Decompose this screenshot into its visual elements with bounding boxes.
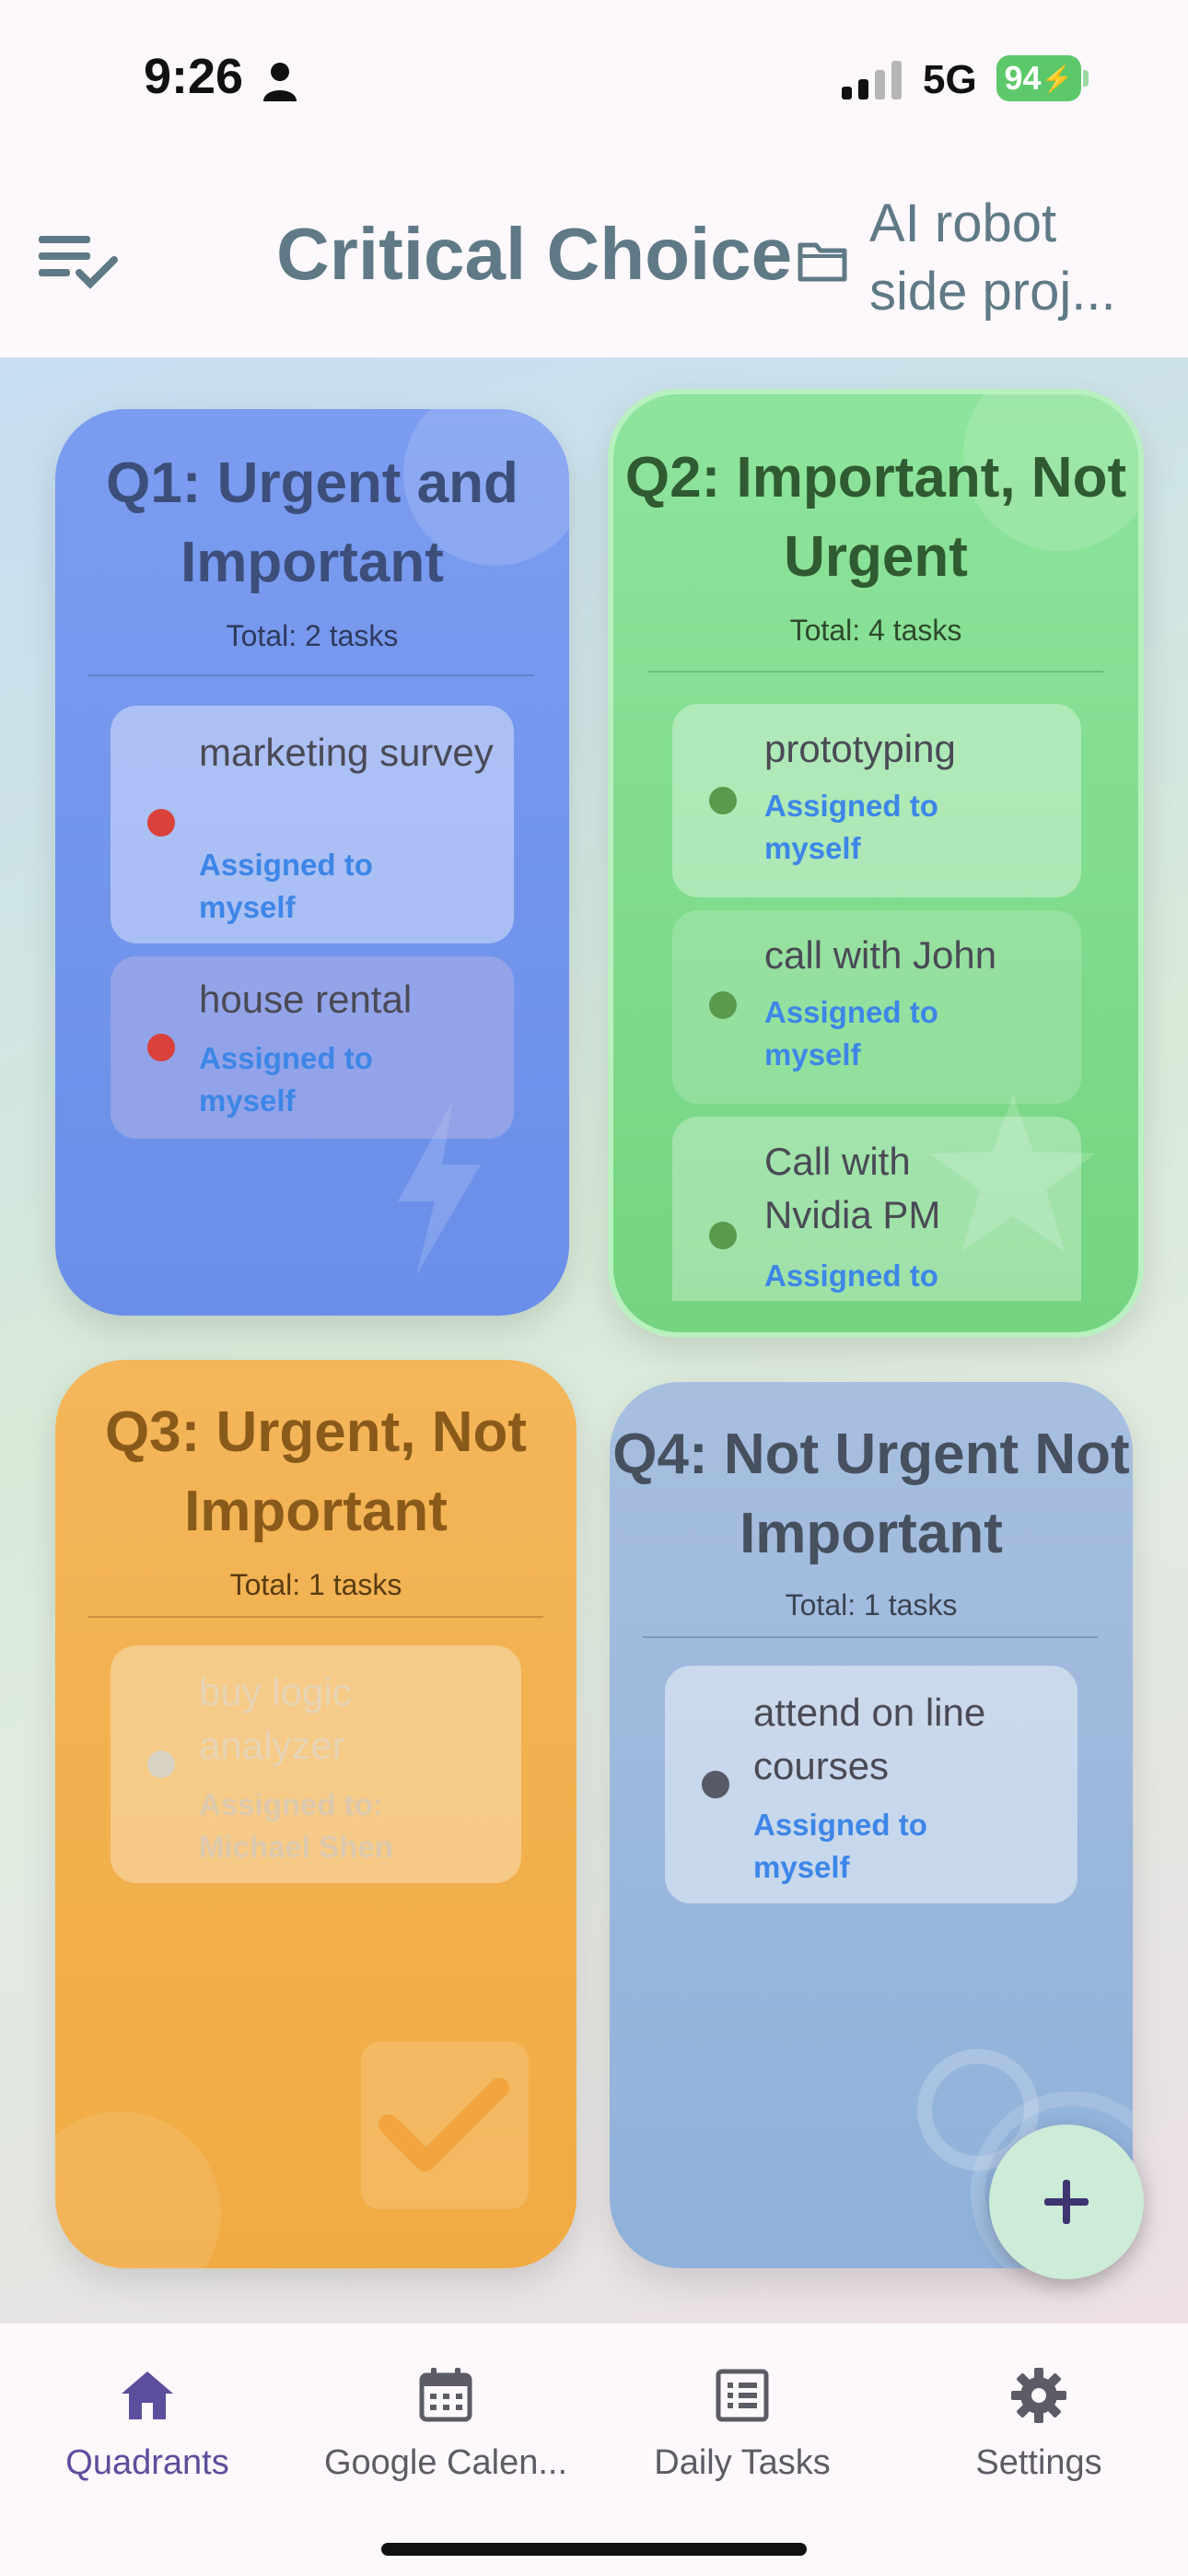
quadrant-total: Total: 4 tasks xyxy=(789,614,962,647)
home-icon xyxy=(122,2371,173,2419)
checkbox-icon xyxy=(361,2042,529,2209)
quadrant-title: Q1: Urgent and Important xyxy=(106,451,518,594)
task-card[interactable]: buy logic analyzer Assigned to: Michael … xyxy=(111,1645,521,1883)
task-name: marketing survey xyxy=(199,731,494,774)
quadrant-title: Q2: Important, Not Urgent xyxy=(624,446,1127,589)
task-name: call with John xyxy=(764,933,997,977)
quadrant-q3-card[interactable]: Q3: Urgent, Not Important Total: 1 tasks… xyxy=(55,1360,577,2268)
status-bar: 9:26 5G 94 ⚡ xyxy=(0,0,1188,157)
task-name: buy logic analyzer xyxy=(199,1670,352,1767)
quadrant-title: Q3: Urgent, Not Important xyxy=(104,1400,528,1543)
quadrant-title: Q4: Not Urgent Not Important xyxy=(612,1423,1130,1565)
priority-dot xyxy=(709,1222,737,1249)
task-assignee: Assigned to myself xyxy=(753,1808,927,1884)
task-card[interactable]: marketing survey Assigned to myself xyxy=(111,706,514,943)
add-task-button[interactable] xyxy=(989,2125,1144,2279)
priority-dot xyxy=(702,1771,729,1798)
quadrant-total: Total: 1 tasks xyxy=(229,1568,402,1601)
quadrant-total: Total: 2 tasks xyxy=(226,619,399,652)
task-assignee: Assigned to myself xyxy=(199,848,373,924)
nav-label: Quadrants xyxy=(65,2443,229,2482)
app-title: Critical Choice xyxy=(276,213,793,295)
app-bar: Critical Choice AI robot side proj... xyxy=(0,157,1188,357)
task-name: Call with Nvidia PM xyxy=(764,1140,941,1236)
divider xyxy=(643,1636,1098,1638)
battery-level: 94 xyxy=(1004,59,1042,97)
divider xyxy=(88,674,534,676)
task-assignee: Assigned to myself xyxy=(764,995,938,1071)
battery-tip xyxy=(1083,70,1089,87)
plus-icon xyxy=(1044,2180,1089,2224)
network-type: 5G xyxy=(923,57,977,102)
sort-checklist-icon[interactable] xyxy=(39,232,120,293)
signal-icon xyxy=(842,61,902,100)
task-name: attend on line courses xyxy=(753,1691,986,1787)
task-assignee: Assigned to myself xyxy=(199,1041,373,1118)
task-name: prototyping xyxy=(764,727,956,770)
battery-icon: 94 ⚡ xyxy=(996,55,1081,101)
nav-daily-tasks[interactable]: Daily Tasks xyxy=(595,2349,890,2488)
priority-dot xyxy=(709,991,737,1019)
nav-quadrants[interactable]: Quadrants xyxy=(0,2349,295,2488)
quadrants-area: Q1: Urgent and Important Total: 2 tasks … xyxy=(0,357,1188,2324)
home-indicator xyxy=(381,2543,807,2556)
folder-icon[interactable] xyxy=(798,240,847,282)
task-card[interactable]: attend on line courses Assigned to mysel… xyxy=(665,1666,1077,1903)
status-time: 9:26 xyxy=(144,49,244,104)
task-name: house rental xyxy=(199,978,413,1021)
divider xyxy=(88,1616,543,1618)
decor-circle xyxy=(55,2112,221,2268)
priority-dot xyxy=(147,809,175,837)
project-selector[interactable]: AI robot side proj... xyxy=(869,190,1146,326)
divider xyxy=(648,671,1103,673)
person-icon xyxy=(263,63,297,101)
list-icon xyxy=(716,2369,769,2422)
nav-label: Google Calen... xyxy=(323,2443,568,2482)
task-card[interactable]: call with John Assigned to myself xyxy=(672,910,1081,1104)
calendar-icon xyxy=(419,2368,472,2422)
priority-dot xyxy=(147,1034,175,1061)
task-assignee: Assigned to: Michael Shen xyxy=(199,1787,393,1864)
task-card[interactable]: house rental Assigned to myself xyxy=(111,956,514,1139)
nav-settings[interactable]: Settings xyxy=(891,2349,1186,2488)
gear-icon xyxy=(1011,2368,1066,2423)
quadrant-q2-card[interactable]: Q2: Important, Not Urgent Total: 4 tasks… xyxy=(608,389,1144,1338)
priority-dot xyxy=(147,1751,175,1778)
bottom-navigation: Quadrants Google Calen... Daily Tasks Se… xyxy=(0,2324,1188,2576)
task-assignee: Assigned to xyxy=(764,1259,938,1293)
quadrant-total: Total: 1 tasks xyxy=(785,1588,958,1622)
task-card[interactable]: Call with Nvidia PM Assigned to xyxy=(672,1117,1081,1301)
task-card[interactable]: prototyping Assigned to myself xyxy=(672,704,1081,897)
nav-google-calendar[interactable]: Google Calen... xyxy=(298,2349,593,2488)
nav-label: Daily Tasks xyxy=(654,2443,831,2482)
task-assignee: Assigned to myself xyxy=(764,789,938,865)
quadrant-q1-card[interactable]: Q1: Urgent and Important Total: 2 tasks … xyxy=(55,409,569,1316)
priority-dot xyxy=(709,787,737,814)
nav-label: Settings xyxy=(975,2443,1102,2482)
